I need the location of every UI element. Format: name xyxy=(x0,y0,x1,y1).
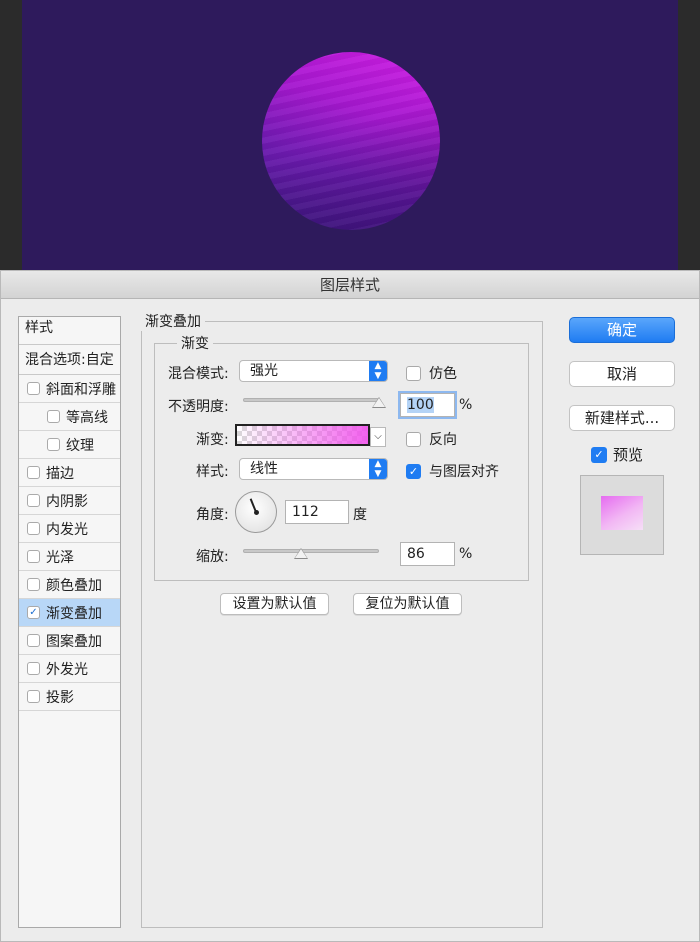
opacity-input[interactable]: 100 xyxy=(400,393,455,417)
style-list-item[interactable]: 斜面和浮雕 xyxy=(19,375,120,403)
reverse-checkbox[interactable]: 反向 xyxy=(406,429,457,449)
style-list-item-label: 外发光 xyxy=(46,661,88,678)
reverse-checkbox-box[interactable] xyxy=(406,431,421,447)
blend-mode-select[interactable]: 强光 ▲ ▼ xyxy=(239,360,388,382)
gradient-sphere xyxy=(262,52,440,230)
dither-label: 仿色 xyxy=(429,366,457,382)
scale-unit: % xyxy=(459,546,473,562)
style-list-item-label: 描边 xyxy=(46,465,74,482)
opacity-slider-track[interactable] xyxy=(243,398,379,402)
check-icon[interactable]: ✓ xyxy=(591,446,607,463)
opacity-slider-thumb[interactable] xyxy=(372,397,386,408)
style-list-item[interactable]: 投影 xyxy=(19,683,120,711)
blend-mode-value: 强光 xyxy=(250,363,278,379)
opacity-value: 100 xyxy=(407,397,434,413)
style-select[interactable]: 线性 ▲ ▼ xyxy=(239,458,388,480)
style-list-item[interactable]: 内阴影 xyxy=(19,487,120,515)
scale-input[interactable]: 86 xyxy=(400,542,455,566)
opacity-unit: % xyxy=(459,397,473,413)
checkbox-icon[interactable] xyxy=(27,522,40,535)
dither-checkbox-box[interactable] xyxy=(406,365,421,381)
style-list-item-label: 渐变叠加 xyxy=(46,605,102,622)
angle-unit: 度 xyxy=(353,507,367,523)
dialog-title[interactable]: 图层样式 xyxy=(1,271,699,299)
make-default-button[interactable]: 设置为默认值 xyxy=(220,593,329,615)
preview-label: 预览 xyxy=(613,446,644,464)
style-list-item[interactable]: 颜色叠加 xyxy=(19,571,120,599)
gradient-preview-swatch[interactable] xyxy=(235,424,370,446)
scale-value: 86 xyxy=(407,546,425,562)
style-list-item[interactable]: 描边 xyxy=(19,459,120,487)
updown-arrows-icon: ▲ ▼ xyxy=(369,459,387,479)
checkbox-icon[interactable] xyxy=(27,466,40,479)
style-label: 样式: xyxy=(196,464,229,480)
angle-dial-center xyxy=(254,510,259,515)
reset-default-button[interactable]: 复位为默认值 xyxy=(353,593,462,615)
checkbox-icon[interactable] xyxy=(27,578,40,591)
reverse-label: 反向 xyxy=(429,432,457,448)
style-list-item[interactable]: 内发光 xyxy=(19,515,120,543)
style-value: 线性 xyxy=(250,461,278,477)
style-list-item-label: 纹理 xyxy=(66,437,94,454)
checkbox-icon[interactable] xyxy=(27,690,40,703)
updown-arrows-icon: ▲ ▼ xyxy=(369,361,387,381)
checkbox-icon[interactable] xyxy=(27,662,40,675)
style-list: 样式 混合选项:自定 斜面和浮雕等高线纹理描边内阴影内发光光泽颜色叠加 ✓ 渐变叠加… xyxy=(18,316,121,928)
checkbox-icon[interactable] xyxy=(27,382,40,395)
checkbox-icon[interactable] xyxy=(47,410,60,423)
style-list-item-label: 光泽 xyxy=(46,549,74,566)
style-list-item[interactable]: ✓ 渐变叠加 xyxy=(19,599,120,627)
style-list-item[interactable]: 等高线 xyxy=(19,403,120,431)
dither-checkbox[interactable]: 仿色 xyxy=(406,363,457,383)
gradient-label: 渐变: xyxy=(196,432,229,448)
style-list-item-label: 斜面和浮雕 xyxy=(46,381,116,398)
style-list-item[interactable]: 外发光 xyxy=(19,655,120,683)
styles-header[interactable]: 样式 xyxy=(19,317,120,345)
angle-dial[interactable] xyxy=(235,491,277,533)
check-icon[interactable]: ✓ xyxy=(406,463,421,479)
checkbox-icon[interactable] xyxy=(47,438,60,451)
cancel-button[interactable]: 取消 xyxy=(569,361,675,387)
align-label: 与图层对齐 xyxy=(429,464,499,480)
style-list-item-label: 投影 xyxy=(46,689,74,706)
style-list-item[interactable]: 图案叠加 xyxy=(19,627,120,655)
style-list-item-label: 内发光 xyxy=(46,521,88,538)
checkbox-icon[interactable] xyxy=(27,494,40,507)
document-canvas[interactable] xyxy=(22,0,678,270)
canvas-area xyxy=(0,0,700,270)
angle-value: 112 xyxy=(292,504,319,520)
checkbox-icon[interactable] xyxy=(27,634,40,647)
scale-slider-track[interactable] xyxy=(243,549,379,553)
style-preview-thumbnail xyxy=(580,475,664,555)
gradient-subgroup-title: 渐变 xyxy=(177,333,213,353)
angle-input[interactable]: 112 xyxy=(285,500,349,524)
preview-checkbox[interactable]: ✓ 预览 xyxy=(591,444,643,465)
blending-options-item[interactable]: 混合选项:自定 xyxy=(19,345,120,375)
style-list-item-label: 内阴影 xyxy=(46,493,88,510)
style-list-item-label: 等高线 xyxy=(66,409,108,426)
style-list-item-label: 颜色叠加 xyxy=(46,577,102,594)
checkbox-icon[interactable] xyxy=(27,550,40,563)
style-list-item[interactable]: 光泽 xyxy=(19,543,120,571)
style-list-item[interactable]: 纹理 xyxy=(19,431,120,459)
blend-mode-label: 混合模式: xyxy=(168,366,229,382)
scale-slider-thumb[interactable] xyxy=(294,548,309,559)
angle-label: 角度: xyxy=(196,507,229,523)
opacity-label: 不透明度: xyxy=(168,399,229,415)
chevron-down-icon[interactable]: ⌵ xyxy=(370,427,386,447)
scale-label: 缩放: xyxy=(196,549,229,565)
new-style-button[interactable]: 新建样式... xyxy=(569,405,675,431)
preview-swatch xyxy=(601,496,643,530)
gradient-overlay-title: 渐变叠加 xyxy=(141,311,205,331)
check-icon[interactable]: ✓ xyxy=(27,606,40,619)
ok-button[interactable]: 确定 xyxy=(569,317,675,343)
align-with-layer-checkbox[interactable]: ✓ 与图层对齐 xyxy=(406,461,499,481)
style-list-item-label: 图案叠加 xyxy=(46,633,102,650)
